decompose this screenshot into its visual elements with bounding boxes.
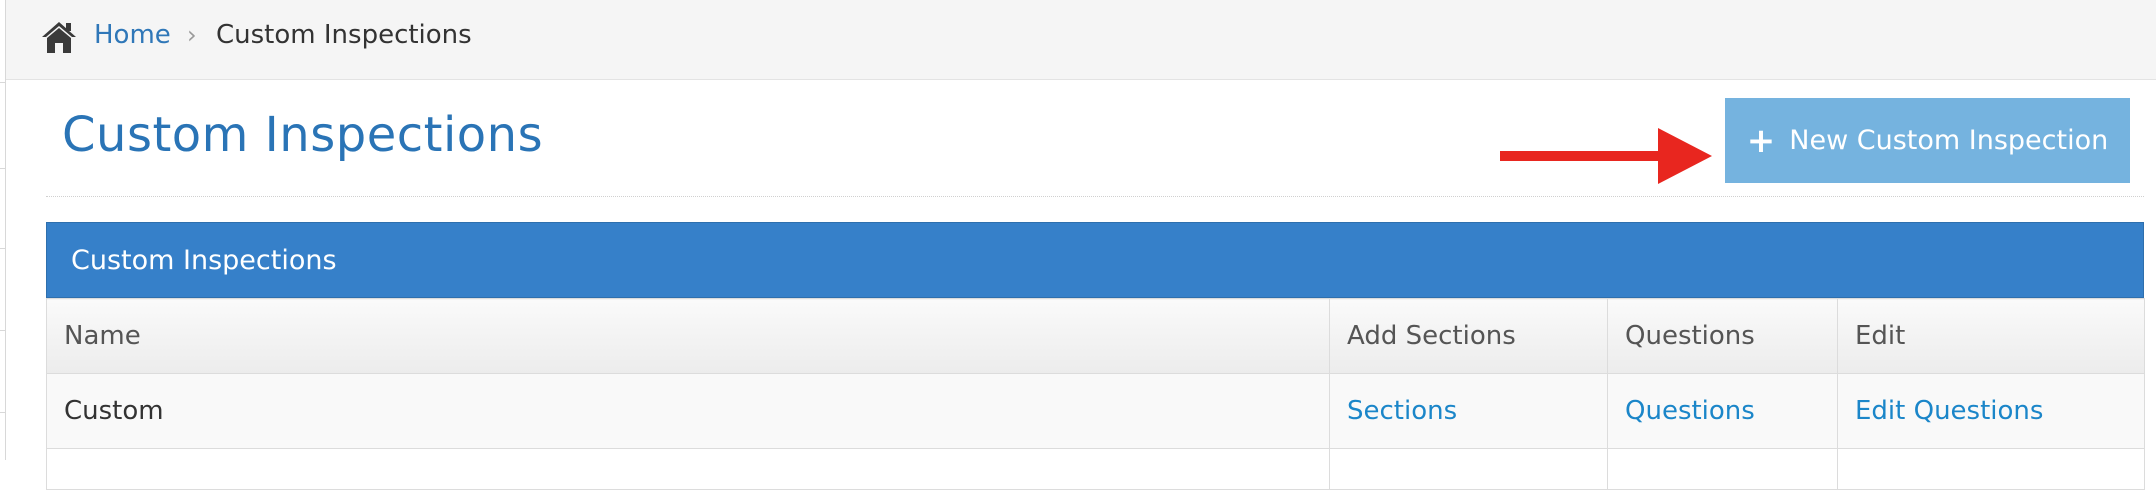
cell-empty — [1837, 448, 2145, 490]
cell-edit: Edit Questions — [1837, 373, 2145, 449]
plus-icon: + — [1746, 120, 1776, 161]
edge-tick — [0, 82, 6, 83]
cell-empty — [1607, 448, 1838, 490]
breadcrumb-home-link[interactable]: Home — [94, 20, 171, 50]
edit-questions-link[interactable]: Edit Questions — [1855, 396, 2043, 426]
new-custom-inspection-button[interactable]: + New Custom Inspection — [1725, 98, 2130, 183]
table-header-row: Name Add Sections Questions Edit — [46, 298, 2145, 374]
breadcrumb-separator: › — [187, 21, 197, 49]
title-divider — [46, 196, 2144, 197]
annotation-arrow-icon — [1500, 128, 1712, 184]
home-icon[interactable] — [40, 20, 78, 54]
table-row-partial — [46, 448, 2145, 490]
column-header-edit[interactable]: Edit — [1837, 298, 2145, 374]
cell-empty — [1329, 448, 1608, 490]
edge-tick — [0, 168, 6, 169]
page-title: Custom Inspections — [62, 107, 544, 163]
questions-link[interactable]: Questions — [1625, 396, 1755, 426]
cell-add-sections: Sections — [1329, 373, 1608, 449]
panel-header: Custom Inspections — [46, 222, 2144, 298]
cell-empty — [46, 448, 1330, 490]
table-row: Custom Sections Questions Edit Questions — [46, 373, 2145, 449]
edge-tick — [0, 412, 6, 413]
cell-questions: Questions — [1607, 373, 1838, 449]
custom-inspections-table: Name Add Sections Questions Edit Custom … — [46, 298, 2145, 490]
breadcrumb-current: Custom Inspections — [216, 20, 472, 50]
cell-name: Custom — [46, 373, 1330, 449]
edge-tick — [0, 330, 6, 331]
column-header-questions[interactable]: Questions — [1607, 298, 1838, 374]
column-header-name[interactable]: Name — [46, 298, 1330, 374]
edge-tick — [0, 248, 6, 249]
breadcrumb: Home › Custom Inspections — [6, 0, 2156, 80]
sections-link[interactable]: Sections — [1347, 396, 1457, 426]
new-custom-inspection-label: New Custom Inspection — [1789, 125, 2109, 156]
column-header-add-sections[interactable]: Add Sections — [1329, 298, 1608, 374]
panel-title: Custom Inspections — [71, 244, 337, 276]
